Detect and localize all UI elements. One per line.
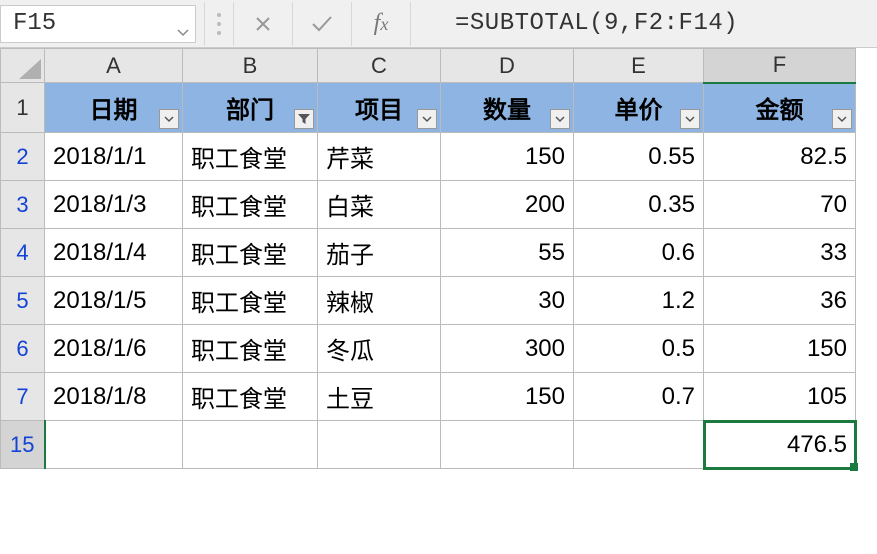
column-header-A[interactable]: A	[45, 49, 183, 83]
header-cell-price[interactable]: 单价	[574, 83, 704, 133]
select-all-button[interactable]	[1, 49, 45, 83]
cell[interactable]: 2018/1/4	[45, 229, 183, 277]
filter-dropdown-icon[interactable]	[417, 109, 437, 129]
header-cell-qty[interactable]: 数量	[441, 83, 574, 133]
header-label: 数量	[449, 90, 565, 125]
filter-dropdown-icon[interactable]	[832, 109, 852, 129]
formula-input[interactable]: =SUBTOTAL(9,F2:F14)	[415, 10, 738, 37]
separator	[351, 2, 352, 46]
cell[interactable]: 2018/1/1	[45, 133, 183, 181]
table-row: 2 2018/1/1 职工食堂 芹菜 150 0.55 82.5	[1, 133, 856, 181]
filter-active-icon[interactable]	[294, 109, 314, 129]
cell[interactable]: 70	[704, 181, 856, 229]
row-header[interactable]: 5	[1, 277, 45, 325]
header-label: 金额	[712, 90, 847, 125]
cell[interactable]: 冬瓜	[318, 325, 441, 373]
cell[interactable]: 82.5	[704, 133, 856, 181]
cell[interactable]	[183, 421, 318, 469]
cell[interactable]: 职工食堂	[183, 181, 318, 229]
cell[interactable]: 茄子	[318, 229, 441, 277]
row-header[interactable]: 7	[1, 373, 45, 421]
cell[interactable]: 30	[441, 277, 574, 325]
expand-handle-icon[interactable]	[209, 13, 229, 35]
table-header-row: 1 日期 部门 项目 数量 单价 金额	[1, 83, 856, 133]
filter-dropdown-icon[interactable]	[680, 109, 700, 129]
cell[interactable]: 150	[704, 325, 856, 373]
cell-reference: F15	[13, 10, 56, 37]
cell[interactable]: 职工食堂	[183, 373, 318, 421]
cell[interactable]: 0.35	[574, 181, 704, 229]
separator	[204, 2, 205, 46]
separator	[233, 2, 234, 46]
header-cell-item[interactable]: 项目	[318, 83, 441, 133]
cell[interactable]	[574, 421, 704, 469]
cell[interactable]: 辣椒	[318, 277, 441, 325]
table-row: 4 2018/1/4 职工食堂 茄子 55 0.6 33	[1, 229, 856, 277]
spreadsheet-grid: A B C D E F 1 日期 部门 项目 数量 单价 金额	[0, 48, 877, 469]
cell[interactable]: 职工食堂	[183, 133, 318, 181]
insert-function-button[interactable]: fx	[356, 0, 406, 48]
cancel-button[interactable]	[238, 0, 288, 48]
name-box[interactable]: F15	[0, 5, 196, 43]
cell[interactable]: 职工食堂	[183, 229, 318, 277]
column-header-B[interactable]: B	[183, 49, 318, 83]
row-header[interactable]: 3	[1, 181, 45, 229]
name-box-dropdown-icon[interactable]	[177, 18, 189, 45]
cell[interactable]	[45, 421, 183, 469]
cell[interactable]: 2018/1/8	[45, 373, 183, 421]
cell[interactable]: 150	[441, 133, 574, 181]
header-label: 部门	[191, 90, 309, 125]
column-headers: A B C D E F	[1, 49, 856, 83]
row-header[interactable]: 1	[1, 83, 45, 133]
row-header[interactable]: 6	[1, 325, 45, 373]
cell[interactable]: 0.7	[574, 373, 704, 421]
cell[interactable]: 2018/1/3	[45, 181, 183, 229]
cell[interactable]: 105	[704, 373, 856, 421]
column-header-D[interactable]: D	[441, 49, 574, 83]
cell[interactable]: 2018/1/6	[45, 325, 183, 373]
formula-bar: F15 fx =SUBTOTAL(9,F2:F14)	[0, 0, 877, 48]
cell[interactable]	[318, 421, 441, 469]
row-header[interactable]: 2	[1, 133, 45, 181]
confirm-button[interactable]	[297, 0, 347, 48]
cell[interactable]	[441, 421, 574, 469]
selected-cell[interactable]: 476.5	[704, 421, 856, 469]
cell[interactable]: 2018/1/5	[45, 277, 183, 325]
row-header[interactable]: 15	[1, 421, 45, 469]
filter-dropdown-icon[interactable]	[159, 109, 179, 129]
separator	[410, 2, 411, 46]
header-label: 日期	[53, 90, 174, 125]
cell[interactable]: 芹菜	[318, 133, 441, 181]
cell[interactable]: 0.5	[574, 325, 704, 373]
table-row: 3 2018/1/3 职工食堂 白菜 200 0.35 70	[1, 181, 856, 229]
cell[interactable]: 36	[704, 277, 856, 325]
separator	[292, 2, 293, 46]
table-row: 6 2018/1/6 职工食堂 冬瓜 300 0.5 150	[1, 325, 856, 373]
column-header-F[interactable]: F	[704, 49, 856, 83]
cell[interactable]: 土豆	[318, 373, 441, 421]
column-header-C[interactable]: C	[318, 49, 441, 83]
table-row: 7 2018/1/8 职工食堂 土豆 150 0.7 105	[1, 373, 856, 421]
header-cell-dept[interactable]: 部门	[183, 83, 318, 133]
cell[interactable]: 200	[441, 181, 574, 229]
cell[interactable]: 白菜	[318, 181, 441, 229]
cell[interactable]: 职工食堂	[183, 277, 318, 325]
cell[interactable]: 55	[441, 229, 574, 277]
table-row: 5 2018/1/5 职工食堂 辣椒 30 1.2 36	[1, 277, 856, 325]
row-header[interactable]: 4	[1, 229, 45, 277]
totals-row: 15 476.5	[1, 421, 856, 469]
cell[interactable]: 33	[704, 229, 856, 277]
header-label: 单价	[582, 90, 695, 125]
cell[interactable]: 职工食堂	[183, 325, 318, 373]
filter-dropdown-icon[interactable]	[550, 109, 570, 129]
cell[interactable]: 1.2	[574, 277, 704, 325]
fx-icon: fx	[374, 10, 389, 37]
cell[interactable]: 0.55	[574, 133, 704, 181]
column-header-E[interactable]: E	[574, 49, 704, 83]
cell[interactable]: 150	[441, 373, 574, 421]
header-cell-date[interactable]: 日期	[45, 83, 183, 133]
cell[interactable]: 0.6	[574, 229, 704, 277]
header-cell-amount[interactable]: 金额	[704, 83, 856, 133]
cell[interactable]: 300	[441, 325, 574, 373]
